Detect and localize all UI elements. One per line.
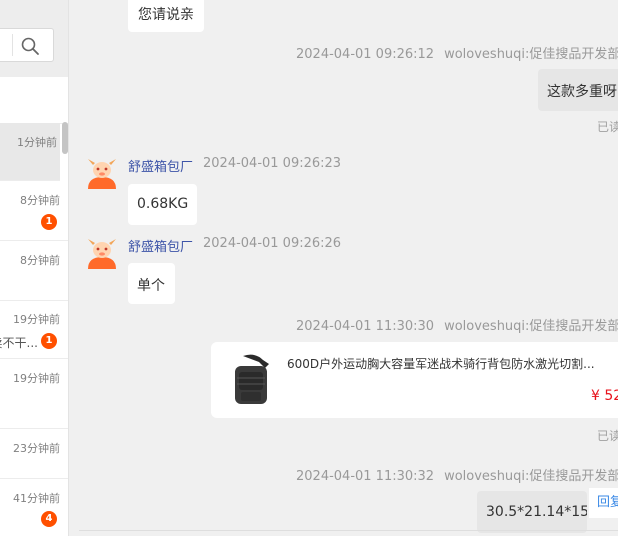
divider [79,530,618,531]
conversation-item[interactable]: 23分钟前 [0,429,68,479]
product-thumbnail [235,354,269,404]
chat-panel: 您请说亲 2024-04-01 09:26:12 woloveshuqi:促佳搜品… [69,0,618,536]
search-icon[interactable] [20,36,40,56]
conversation-time: 19分钟前 [13,313,60,326]
message-bubble: 30.5*21.14*15... [477,491,587,533]
read-status: 已读 [597,429,618,443]
conversation-time: 8分钟前 [20,194,60,207]
product-price: ¥ 52 [591,388,618,404]
message-bubble: 单个 [128,263,175,304]
message-bubble: 0.68KG [128,184,198,225]
conversation-time: 19分钟前 [13,372,60,385]
product-card[interactable]: 600D户外运动胸大容量军迷战术骑行背包防水激光切割... ¥ 52 [211,342,618,418]
message-sender: woloveshuqi:促佳搜品开发部0 [444,47,618,62]
conversation-item[interactable]: 1分钟前 [0,123,60,181]
conversation-item[interactable]: 19分钟前 卖不干... 1 [0,301,68,359]
conversation-item[interactable]: 8分钟前 1 [0,181,68,241]
message-sender: woloveshuqi:促佳搜品开发部0 [444,319,618,334]
search-divider [12,34,13,56]
read-status: 已读 [597,120,618,134]
conversation-time: 23分钟前 [13,442,60,455]
unread-badge: 1 [41,333,57,349]
conversation-time: 8分钟前 [20,254,60,267]
message-bubble: 这款多重呀 [538,69,618,111]
sidebar-scrollbar[interactable] [62,122,68,154]
message-time: 2024-04-01 09:26:12 [296,47,435,62]
avatar [88,239,116,269]
message-bubble: 您请说亲 [128,0,204,32]
sender-name: 舒盛箱包厂 [128,240,194,255]
conversation-item[interactable]: 8分钟前 [0,241,68,301]
unread-badge: 1 [41,214,57,230]
message-sender: woloveshuqi:促佳搜品开发部0 [444,469,618,484]
product-title[interactable]: 600D户外运动胸大容量军迷战术骑行背包防水激光切割... [287,355,595,372]
conversation-item[interactable]: 19分钟前 [0,359,68,429]
conversation-preview: 卖不干... [0,336,38,350]
message-time: 2024-04-01 09:26:26 [203,236,342,251]
message-time: 2024-04-01 11:30:30 [296,319,435,334]
list-header [0,77,68,124]
conversation-sidebar: 1分钟前 8分钟前 1 8分钟前 19分钟前 卖不干... 1 19分钟前 23… [0,0,69,536]
conversation-time: 1分钟前 [17,136,57,149]
message-time: 2024-04-01 11:30:32 [296,469,435,484]
conversation-item[interactable]: 41分钟前 4 [0,479,68,536]
message-meta: 2024-04-01 11:30:32 woloveshuqi:促佳搜品开发部0 [296,465,618,484]
message-meta: 2024-04-01 09:26:12 woloveshuqi:促佳搜品开发部0 [296,43,618,62]
reply-button[interactable]: 回复 [589,488,618,518]
message-meta: 2024-04-01 11:30:30 woloveshuqi:促佳搜品开发部0 [296,315,618,334]
message-time: 2024-04-01 09:26:23 [203,156,342,171]
unread-badge: 4 [41,511,57,527]
search-bar [0,0,68,77]
sender-name: 舒盛箱包厂 [128,160,194,175]
conversation-time: 41分钟前 [13,492,60,505]
avatar [88,159,116,189]
search-input[interactable] [0,28,54,62]
